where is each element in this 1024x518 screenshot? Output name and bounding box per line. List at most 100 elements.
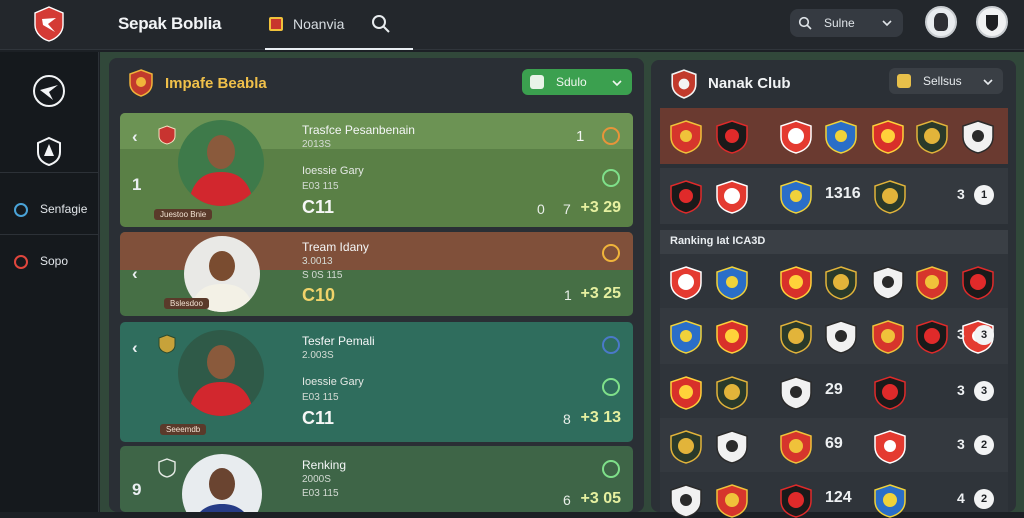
- card-number: 1: [564, 287, 572, 303]
- club-crest-icon[interactable]: [962, 120, 994, 154]
- club-crest-icon[interactable]: [780, 430, 812, 464]
- club-crest-icon[interactable]: [825, 266, 857, 300]
- rank-badge[interactable]: 1: [974, 185, 994, 205]
- club-row[interactable]: 1316 3 1: [660, 168, 1008, 224]
- player-card[interactable]: ‹ 1 Juestoo Bnie Trasfce Pesanbenain 201…: [120, 113, 633, 227]
- rank-badge[interactable]: 2: [974, 489, 994, 509]
- club-crest-icon[interactable]: [716, 484, 748, 518]
- card-subtitle: 2013S: [302, 139, 331, 150]
- nav-home-icon[interactable]: [32, 74, 66, 108]
- club-crest-icon[interactable]: [780, 320, 812, 354]
- club-crest-icon[interactable]: [872, 320, 904, 354]
- player-nametag: Bslesdoo: [164, 298, 209, 309]
- rank-badge[interactable]: 2: [974, 435, 994, 455]
- check-icon[interactable]: [602, 169, 620, 187]
- club-crest-icon[interactable]: [670, 120, 702, 154]
- filter-button[interactable]: Sdulo: [522, 69, 632, 95]
- club-crest-icon[interactable]: [825, 320, 857, 354]
- chevron-down-icon: [983, 79, 993, 86]
- sidebar-item-sopo[interactable]: Sopo: [0, 248, 99, 276]
- player-card[interactable]: ‹ Seeemdb Tesfer Pemali 2.003S Ioessie G…: [120, 322, 633, 442]
- card-glyph: ‹: [132, 127, 138, 146]
- club-row[interactable]: [660, 254, 1008, 310]
- club-avatar[interactable]: [976, 6, 1008, 38]
- sidebar-item-label: Sopo: [40, 254, 69, 268]
- club-crest-icon[interactable]: [716, 376, 748, 410]
- club-rank: 4: [957, 490, 965, 506]
- club-crest-icon[interactable]: [670, 320, 702, 354]
- alert-icon: [14, 255, 28, 269]
- club-crest-icon[interactable]: [780, 180, 812, 214]
- check-icon[interactable]: [602, 378, 620, 396]
- player-card[interactable]: ‹ Bslesdoo Tream Idany 3.0013 S 0S 115 C…: [120, 232, 633, 316]
- club-crest-icon[interactable]: [874, 430, 906, 464]
- club-row[interactable]: 29 3 3: [660, 364, 1008, 420]
- card-detail: E03 115: [302, 181, 339, 192]
- club-row[interactable]: 69 3 2: [660, 418, 1008, 474]
- club-row[interactable]: [660, 108, 1008, 164]
- club-crest-icon[interactable]: [670, 180, 702, 214]
- card-stat: +3 29: [580, 199, 621, 216]
- club-rank: 3: [957, 186, 965, 202]
- club-crest-icon[interactable]: [874, 376, 906, 410]
- club-crest-icon[interactable]: [874, 484, 906, 518]
- club-crest-icon[interactable]: [825, 120, 857, 154]
- club-crest-icon[interactable]: [670, 376, 702, 410]
- club-crest-icon[interactable]: [716, 430, 748, 464]
- club-crest-icon[interactable]: [780, 266, 812, 300]
- app-title: Sepak Boblia: [118, 14, 222, 33]
- club-crest-icon[interactable]: [872, 266, 904, 300]
- club-crest-icon[interactable]: [962, 266, 994, 300]
- card-title: Tesfer Pemali: [302, 334, 375, 348]
- card-subtitle: 2000S: [302, 474, 331, 485]
- card-subtitle: 2.003S: [302, 350, 334, 361]
- club-crest-icon[interactable]: [916, 266, 948, 300]
- club-row[interactable]: 33: [660, 308, 1008, 364]
- sort-button[interactable]: Sellsus: [889, 68, 1003, 94]
- club-rank: 3: [957, 436, 965, 452]
- card-title: Tream Idany: [302, 240, 369, 254]
- club-crest-icon[interactable]: [716, 120, 748, 154]
- club-crest-icon[interactable]: [780, 484, 812, 518]
- club-crest-icon[interactable]: [780, 376, 812, 410]
- club-crest-icon[interactable]: [716, 266, 748, 300]
- club-crest-icon: [129, 69, 153, 97]
- search-dropdown-label: Sulne: [824, 16, 855, 30]
- player-nametag: Juestoo Bnie: [154, 209, 213, 220]
- club-rank: 3: [957, 382, 965, 398]
- club-crest-icon[interactable]: [670, 430, 702, 464]
- club-crest-icon[interactable]: [872, 120, 904, 154]
- status-icon[interactable]: [602, 336, 620, 354]
- rank-badge[interactable]: 3: [974, 325, 994, 345]
- club-crest-icon[interactable]: [874, 180, 906, 214]
- club-crest-icon[interactable]: [916, 320, 948, 354]
- search-icon[interactable]: [371, 14, 391, 34]
- user-avatar[interactable]: [925, 6, 957, 38]
- club-badge-icon: [158, 458, 176, 478]
- nav-crest-icon[interactable]: [32, 134, 66, 168]
- club-crest-icon[interactable]: [670, 266, 702, 300]
- club-crest-icon[interactable]: [780, 120, 812, 154]
- search-dropdown[interactable]: Sulne: [790, 9, 903, 37]
- card-glyph: 9: [132, 480, 142, 499]
- club-crest-icon[interactable]: [716, 320, 748, 354]
- club-badge-icon: [158, 334, 176, 354]
- rank-badge[interactable]: 3: [974, 381, 994, 401]
- status-icon[interactable]: [602, 244, 620, 262]
- filter-button-label: Sdulo: [556, 75, 587, 89]
- club-crest-icon[interactable]: [670, 484, 702, 518]
- tab-label: Noanvia: [293, 16, 345, 32]
- card-number: 8: [563, 411, 571, 427]
- check-icon[interactable]: [602, 460, 620, 478]
- status-icon[interactable]: [602, 127, 620, 145]
- card-glyph: 1: [132, 175, 142, 194]
- club-row[interactable]: 124 4 2: [660, 472, 1008, 518]
- ball-icon: [530, 75, 544, 89]
- sidebar-item-senfagie[interactable]: Senfagie: [0, 196, 99, 224]
- club-crest-icon[interactable]: [916, 120, 948, 154]
- club-crest-icon[interactable]: [716, 180, 748, 214]
- sidebar-item-label: Senfagie: [40, 202, 88, 216]
- player-card[interactable]: 9 Renking 2000S E03 115 6 +3 05: [120, 446, 633, 512]
- app-logo-icon[interactable]: [30, 5, 68, 43]
- sidebar-divider: [0, 234, 99, 235]
